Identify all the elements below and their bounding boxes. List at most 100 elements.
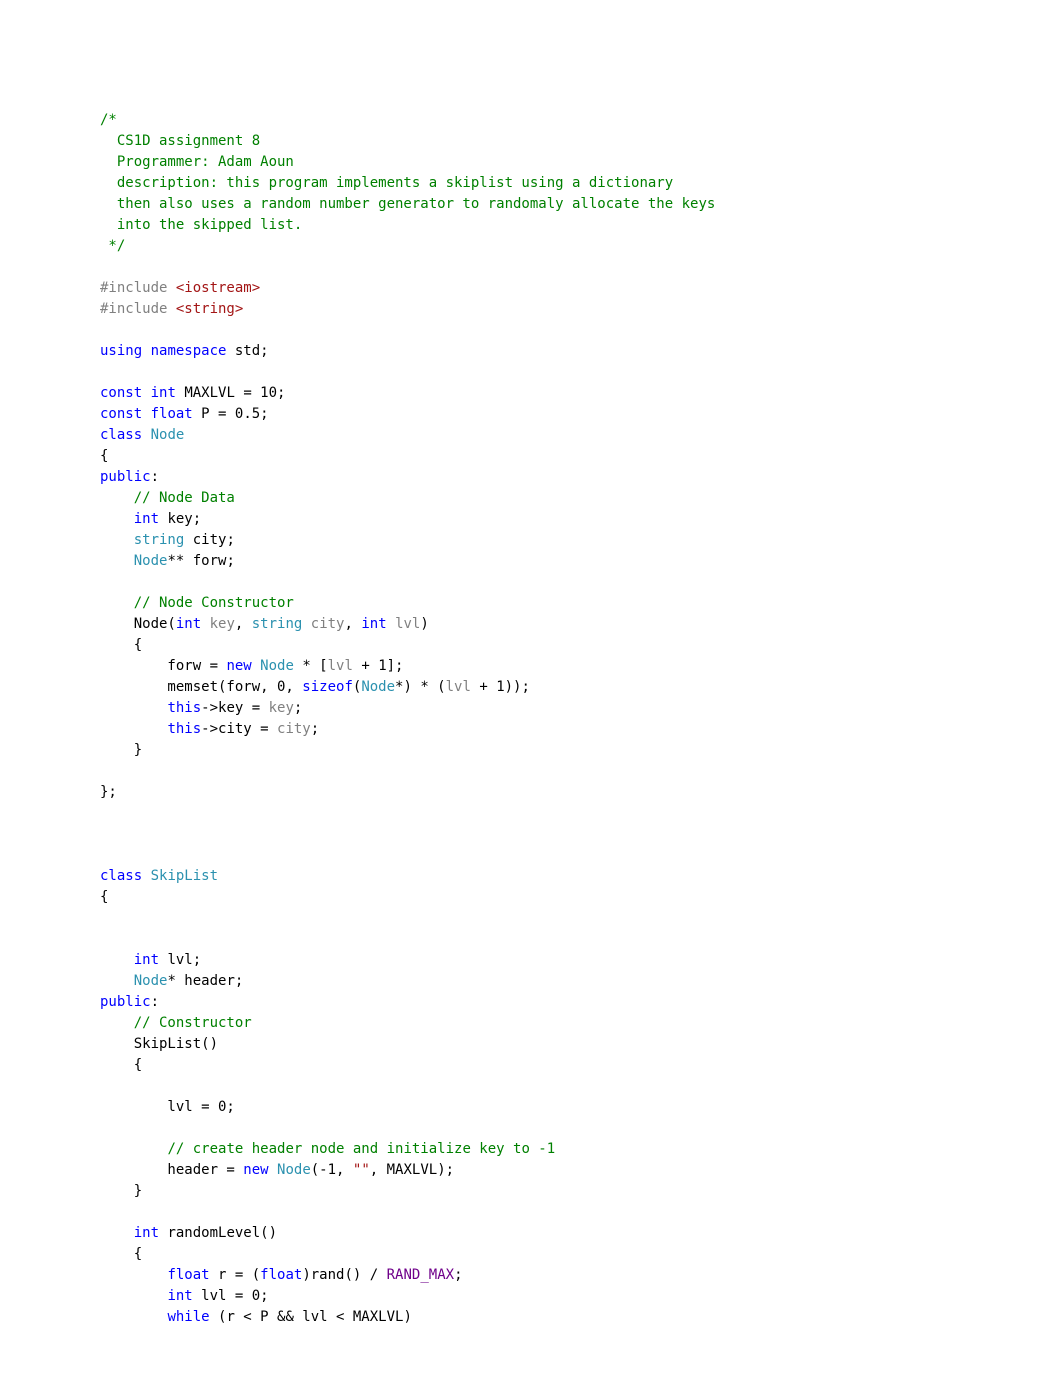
code-token: :	[151, 469, 159, 485]
code-token: std;	[226, 343, 268, 359]
code-line: }	[100, 740, 962, 761]
code-token: Programmer: Adam Aoun	[100, 154, 294, 170]
code-line	[100, 257, 962, 278]
code-token: string	[134, 532, 185, 548]
code-token: <iostream>	[176, 280, 260, 296]
code-line	[100, 908, 962, 929]
code-token: float	[151, 406, 193, 422]
code-line: Node* header;	[100, 971, 962, 992]
code-token: /*	[100, 112, 117, 128]
code-line: class SkipList	[100, 866, 962, 887]
code-token: RAND_MAX	[387, 1267, 454, 1283]
code-token: , MAXLVL);	[370, 1162, 454, 1178]
code-line: forw = new Node * [lvl + 1];	[100, 656, 962, 677]
code-line: #include <iostream>	[100, 278, 962, 299]
code-token	[100, 700, 167, 716]
code-token	[100, 511, 134, 527]
code-line: while (r < P && lvl < MAXLVL)	[100, 1307, 962, 1328]
code-token: // Node Data	[134, 490, 235, 506]
code-token: int	[151, 385, 176, 401]
code-page: /* CS1D assignment 8 Programmer: Adam Ao…	[0, 0, 1062, 1388]
code-line	[100, 1202, 962, 1223]
code-token: Node	[277, 1162, 311, 1178]
code-token: city	[277, 721, 311, 737]
code-token: )rand() /	[302, 1267, 386, 1283]
code-line: lvl = 0;	[100, 1097, 962, 1118]
code-token	[100, 1309, 167, 1325]
code-line: };	[100, 782, 962, 803]
code-line: CS1D assignment 8	[100, 131, 962, 152]
code-line: {	[100, 887, 962, 908]
code-token: const	[100, 385, 142, 401]
code-token: {	[100, 1246, 142, 1262]
code-line: description: this program implements a s…	[100, 173, 962, 194]
code-token: r = (	[210, 1267, 261, 1283]
code-token: while	[167, 1309, 209, 1325]
code-token	[100, 973, 134, 989]
code-line: into the skipped list.	[100, 215, 962, 236]
code-token	[100, 721, 167, 737]
code-token: int	[134, 952, 159, 968]
code-token	[100, 553, 134, 569]
code-line: // Node Data	[100, 488, 962, 509]
code-token	[302, 616, 310, 632]
code-line	[100, 824, 962, 845]
code-line: {	[100, 446, 962, 467]
code-token: ;	[311, 721, 319, 737]
code-token: };	[100, 784, 117, 800]
code-token: SkipList	[151, 868, 218, 884]
code-token: int	[134, 1225, 159, 1241]
code-line	[100, 1118, 962, 1139]
code-token: {	[100, 448, 108, 464]
code-token: // Node Constructor	[134, 595, 294, 611]
code-line: {	[100, 1055, 962, 1076]
code-token	[100, 1225, 134, 1241]
code-token: new	[243, 1162, 268, 1178]
code-token: float	[260, 1267, 302, 1283]
code-token: Node	[134, 973, 168, 989]
code-line: int lvl;	[100, 950, 962, 971]
code-token	[142, 406, 150, 422]
code-line: int randomLevel()	[100, 1223, 962, 1244]
code-token: const	[100, 406, 142, 422]
code-token: #include	[100, 280, 176, 296]
code-token: randomLevel()	[159, 1225, 277, 1241]
code-token	[269, 1162, 277, 1178]
code-line: public:	[100, 467, 962, 488]
code-token: {	[100, 889, 108, 905]
code-line: class Node	[100, 425, 962, 446]
code-token: * [	[294, 658, 328, 674]
code-token: header =	[100, 1162, 243, 1178]
code-token: ,	[344, 616, 361, 632]
code-line	[100, 845, 962, 866]
code-token: public	[100, 994, 151, 1010]
code-token: into the skipped list.	[100, 217, 302, 233]
code-token	[100, 595, 134, 611]
code-token: int	[176, 616, 201, 632]
code-token: Node	[260, 658, 294, 674]
code-line	[100, 572, 962, 593]
code-line: #include <string>	[100, 299, 962, 320]
code-token: forw =	[100, 658, 226, 674]
code-token: lvl = 0;	[100, 1099, 235, 1115]
code-line: using namespace std;	[100, 341, 962, 362]
code-token: key	[210, 616, 235, 632]
code-line: /*	[100, 110, 962, 131]
code-line: // Node Constructor	[100, 593, 962, 614]
code-token: #include	[100, 301, 176, 317]
code-line: Programmer: Adam Aoun	[100, 152, 962, 173]
code-token: lvl	[446, 679, 471, 695]
code-token	[142, 868, 150, 884]
code-token: ""	[353, 1162, 370, 1178]
code-token: int	[361, 616, 386, 632]
code-token: string	[252, 616, 303, 632]
code-line: then also uses a random number generator…	[100, 194, 962, 215]
code-token: lvl;	[159, 952, 201, 968]
code-token: CS1D assignment 8	[100, 133, 260, 149]
code-line: Node** forw;	[100, 551, 962, 572]
code-token: // create header node and initialize key…	[167, 1141, 555, 1157]
code-token: memset(forw, 0,	[100, 679, 302, 695]
code-token: * header;	[167, 973, 243, 989]
code-token: ;	[454, 1267, 462, 1283]
code-line: const float P = 0.5;	[100, 404, 962, 425]
